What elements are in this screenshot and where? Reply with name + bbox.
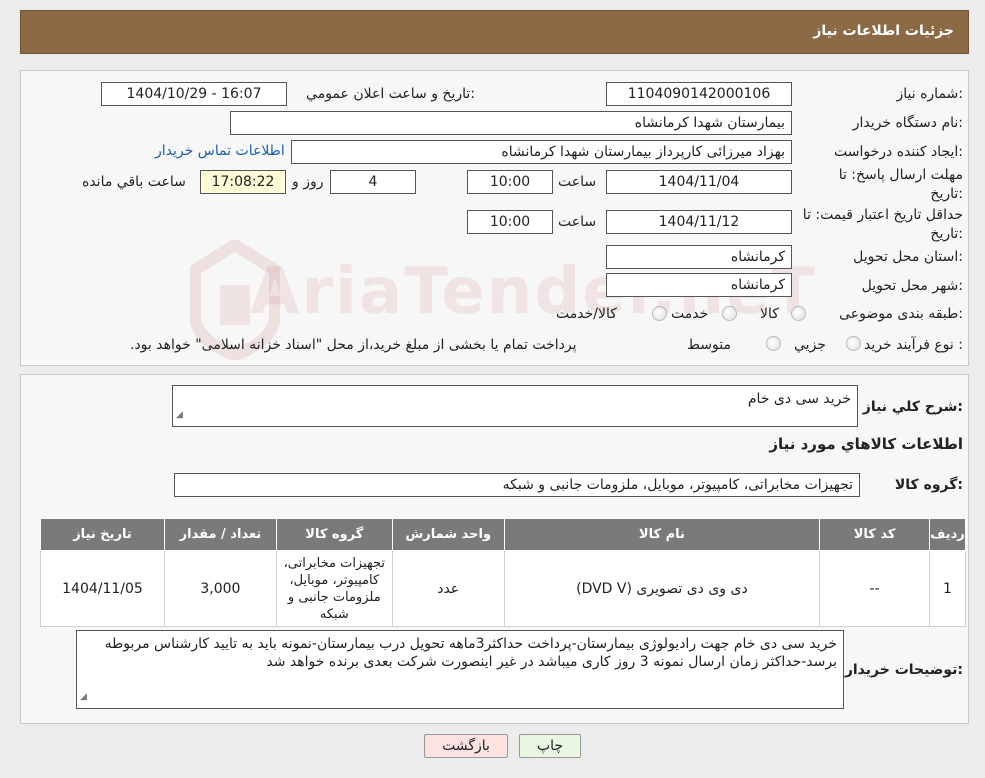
category-radio-goods[interactable] <box>791 306 806 321</box>
deadline-date-field: 1404/11/04 <box>606 170 792 194</box>
cell-unit: عدد <box>391 550 505 627</box>
process-note: پرداخت تمام یا بخشی از مبلغ خرید،از محل … <box>130 337 577 353</box>
col-date: تاريخ نياز <box>40 518 165 551</box>
general-desc-label: شرح کلي نياز: <box>862 399 963 415</box>
cell-quantity: 3,000 <box>163 550 277 627</box>
validity-label-line2: تاريخ: <box>930 226 963 242</box>
process-option-minor: جزيي <box>794 337 826 353</box>
validity-time-field: 10:00 <box>467 210 553 234</box>
deadline-time-label: ساعت <box>558 174 597 190</box>
contact-buyer-link[interactable]: اطلاعات تماس خريدار <box>155 143 285 159</box>
deadline-time-field: 10:00 <box>467 170 553 194</box>
city-label: شهر محل تحويل: <box>861 278 963 294</box>
back-button[interactable]: بازگشت <box>424 734 508 758</box>
deadline-label-line1: مهلت ارسال پاسخ: تا <box>838 167 963 183</box>
goods-group-label: گروه کالا: <box>894 477 963 493</box>
col-group: گروه کالا <box>275 518 393 551</box>
items-section-title: اطلاعات کالاهاي مورد نياز <box>769 435 963 453</box>
days-remaining-field: 4 <box>330 170 416 194</box>
process-label: نوع فرآيند خريد : <box>864 337 963 353</box>
general-desc-textarea[interactable]: خرید سی دی خام ◢ <box>172 385 858 427</box>
process-radio-medium[interactable] <box>766 336 781 351</box>
deadline-label-line2: تاريخ: <box>930 186 963 202</box>
col-code: کد کالا <box>819 518 931 551</box>
page-header: جزئیات اطلاعات نیاز <box>20 10 969 54</box>
col-unit: واحد شمارش <box>391 518 505 551</box>
col-name: نام کالا <box>503 518 821 551</box>
category-option-goods-service: کالا/خدمت <box>556 306 617 322</box>
resize-handle-icon[interactable]: ◢ <box>176 406 183 424</box>
print-button[interactable]: چاپ <box>519 734 581 758</box>
col-row: رديف <box>929 518 966 551</box>
cell-date: 1404/11/05 <box>40 550 165 627</box>
general-desc-text: خرید سی دی خام <box>747 391 851 407</box>
buyer-org-label: نام دستگاه خريدار: <box>852 115 963 131</box>
category-radio-goods-service[interactable] <box>652 306 667 321</box>
province-field: کرمانشاه <box>606 245 792 269</box>
buyer-notes-textarea[interactable]: خرید سی دی خام جهت رادیولوژی بیمارستان-پ… <box>76 630 844 709</box>
page-title: جزئیات اطلاعات نیاز <box>813 23 954 39</box>
buyer-notes-label: توضيحات خريدار: <box>844 662 963 678</box>
need-number-field: 1104090142000106 <box>606 82 792 106</box>
days-label: روز و <box>292 174 324 190</box>
category-radio-service[interactable] <box>722 306 737 321</box>
category-option-goods: کالا <box>760 306 779 322</box>
process-radio-minor[interactable] <box>846 336 861 351</box>
table-row: 1 -- دی وی دی تصویری (DVD V) عدد تجهیزات… <box>40 550 966 627</box>
goods-group-field: تجهیزات مخابراتی، کامپیوتر، موبایل، ملزو… <box>174 473 860 497</box>
cell-row: 1 <box>929 550 966 627</box>
province-label: استان محل تحويل: <box>853 249 963 265</box>
remaining-time-field: 17:08:22 <box>200 170 286 194</box>
requester-field: بهزاد میرزائی کارپرداز بیمارستان شهدا کر… <box>291 140 792 164</box>
cell-name: دی وی دی تصویری (DVD V) <box>503 550 821 627</box>
resize-handle-icon[interactable]: ◢ <box>80 688 87 706</box>
items-table-header: رديف کد کالا نام کالا واحد شمارش گروه کا… <box>40 518 966 551</box>
validity-label: حداقل تاريخ اعتبار قيمت: تا تاريخ: <box>803 206 963 244</box>
buyer-notes-text: خرید سی دی خام جهت رادیولوژی بیمارستان-پ… <box>104 636 837 670</box>
validity-date-field: 1404/11/12 <box>606 210 792 234</box>
cell-code: -- <box>819 550 931 627</box>
process-option-medium: متوسط <box>687 337 731 353</box>
items-table: رديف کد کالا نام کالا واحد شمارش گروه کا… <box>40 518 966 627</box>
announce-field: 1404/10/29 - 16:07 <box>101 82 287 106</box>
col-quantity: تعداد / مقدار <box>163 518 277 551</box>
cell-group: تجهیزات مخابراتی، کامپیوتر، موبایل، ملزو… <box>275 550 393 627</box>
validity-time-label: ساعت <box>558 214 597 230</box>
deadline-label: مهلت ارسال پاسخ: تا تاريخ: <box>839 166 963 204</box>
remaining-time-label: ساعت باقي مانده <box>82 174 186 190</box>
validity-label-line1: حداقل تاريخ اعتبار قيمت: تا <box>802 207 963 223</box>
requester-label: ايجاد کننده درخواست: <box>834 144 963 160</box>
category-label: طبقه بندی موضوعی: <box>839 306 963 322</box>
city-field: کرمانشاه <box>606 273 792 297</box>
announce-label: تاریخ و ساعت اعلان عمومي: <box>306 86 475 102</box>
category-option-service: خدمت <box>671 306 709 322</box>
need-number-label: شماره نیاز: <box>896 86 963 102</box>
buyer-org-field: بیمارستان شهدا کرمانشاه <box>230 111 792 135</box>
